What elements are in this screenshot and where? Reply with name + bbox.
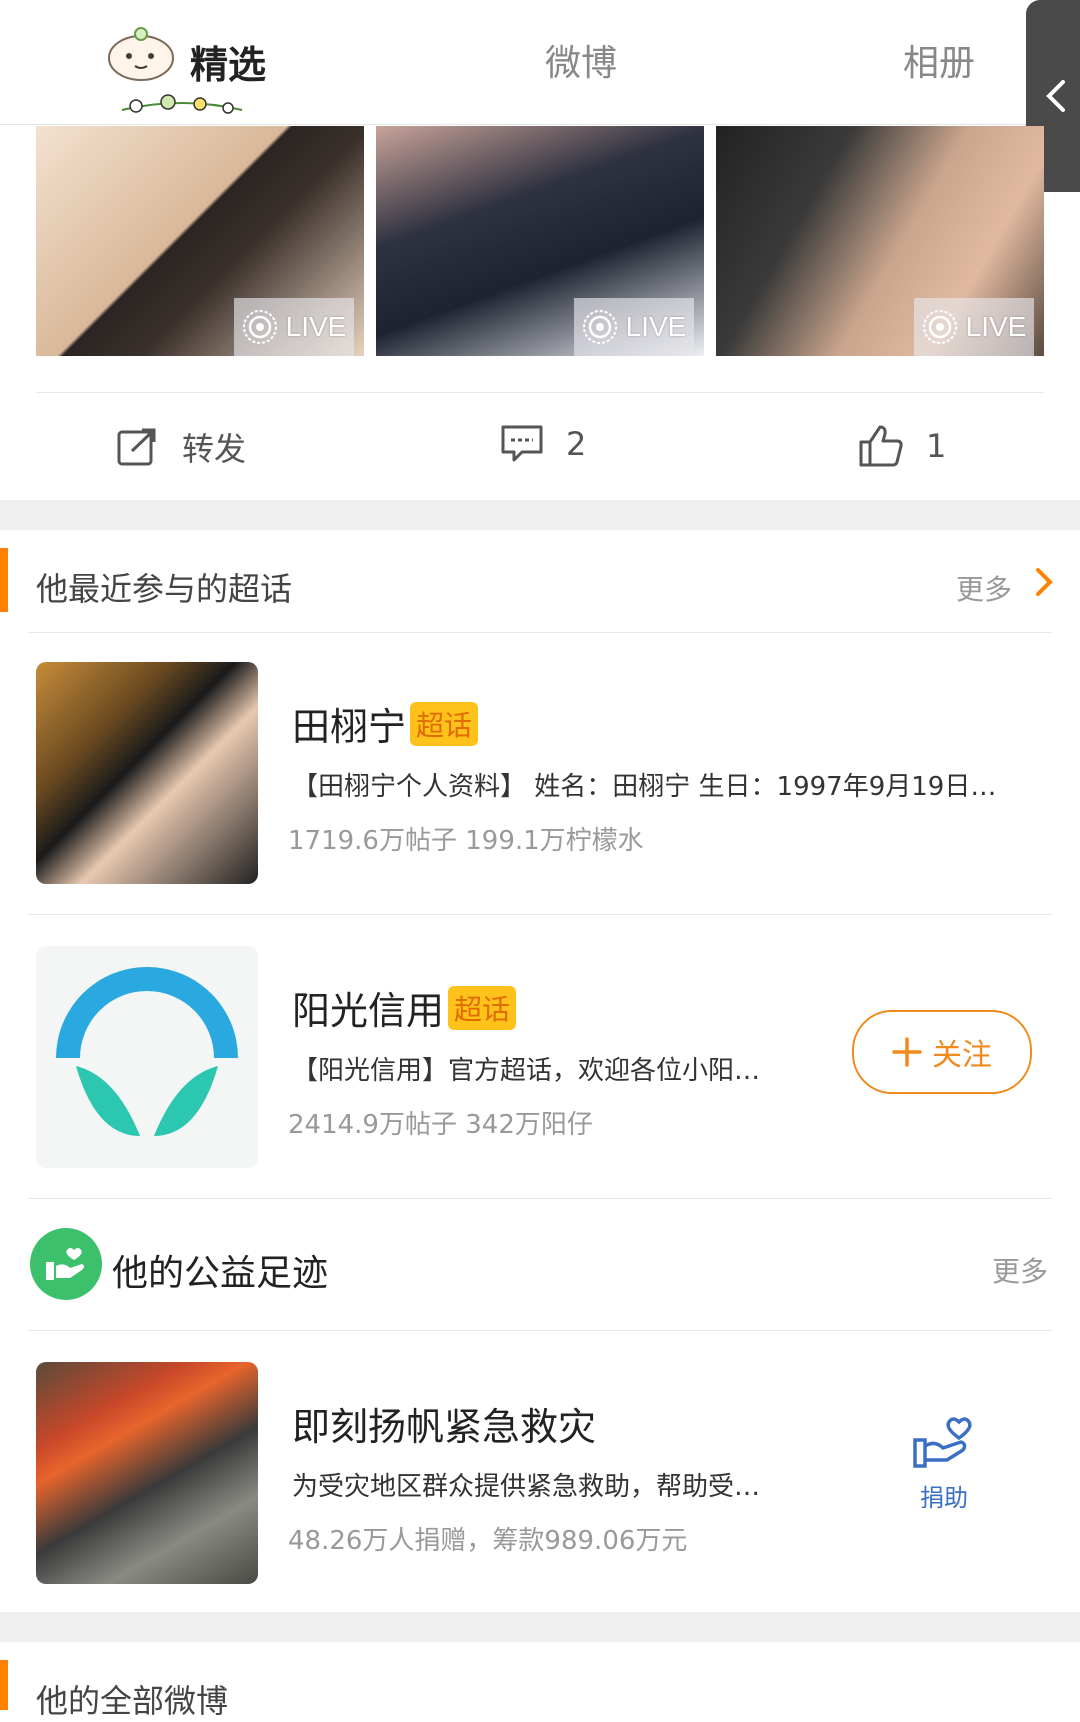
supertopic-tag: 超话	[410, 701, 479, 746]
divider	[28, 1198, 1052, 1199]
plus-icon	[892, 1037, 922, 1067]
section-gap	[0, 1612, 1080, 1642]
supertopic-description: 【阳光信用】官方超话，欢迎各位小阳…	[292, 1056, 761, 1086]
flower-decoration-icon	[121, 94, 243, 114]
supertopic-name: 阳光信用	[292, 989, 445, 1033]
charity-project-title[interactable]: 即刻扬帆紧急救灾	[292, 1396, 596, 1451]
live-photo-icon	[242, 310, 277, 344]
divider	[28, 914, 1052, 915]
live-photo-icon	[922, 310, 957, 344]
tab-album[interactable]: 相册	[903, 34, 975, 86]
supertopic-avatar[interactable]	[36, 946, 258, 1168]
sunshine-credit-logo-icon	[56, 967, 238, 1136]
chevron-left-icon	[1046, 80, 1065, 112]
charity-project-image[interactable]	[36, 1362, 258, 1584]
donate-hand-heart-icon	[913, 1417, 972, 1468]
live-label: LIVE	[285, 311, 347, 342]
supertopic-item-title[interactable]: 田栩宁 超话	[292, 696, 479, 751]
charity-project-stats: 48.26万人捐赠，筹款989.06万元	[288, 1526, 688, 1556]
supertopic-name: 田栩宁	[292, 705, 407, 749]
share-icon	[117, 428, 156, 466]
tab-featured[interactable]: 精选	[190, 34, 266, 89]
supertopic-avatar[interactable]	[36, 662, 258, 884]
charity-more-link[interactable]: 更多	[992, 1250, 1048, 1290]
top-tab-bar: 精选 微博 相册	[0, 0, 1080, 125]
all-weibo-section-title: 他的全部微博	[36, 1682, 229, 1720]
photo-thumbnail[interactable]: LIVE	[36, 126, 364, 356]
supertopic-item-title[interactable]: 阳光信用 超话	[292, 980, 517, 1035]
photo-grid: LIVE LIVE LIVE	[36, 126, 1044, 356]
chevron-right-icon[interactable]	[1034, 566, 1054, 598]
comment-count: 2	[566, 425, 587, 463]
supertopic-description: 【田栩宁个人资料】 姓名：田栩宁 生日：1997年9月19日…	[292, 772, 997, 802]
repost-label: 转发	[182, 430, 247, 468]
follow-button[interactable]: 关注	[852, 1010, 1032, 1094]
mascot-icon	[108, 27, 174, 81]
section-gap	[0, 500, 1080, 530]
thumbs-up-icon	[859, 425, 903, 467]
donate-button[interactable]: 捐助	[896, 1412, 992, 1513]
supertopics-section-title: 他最近参与的超话	[36, 570, 293, 608]
live-badge: LIVE	[914, 298, 1034, 356]
photo-thumbnail[interactable]: LIVE	[376, 126, 704, 356]
comment-icon	[501, 425, 543, 462]
live-label: LIVE	[965, 311, 1027, 342]
section-accent-bar	[0, 548, 8, 612]
live-badge: LIVE	[574, 298, 694, 356]
repost-button[interactable]: 转发	[116, 424, 246, 470]
divider	[28, 1330, 1052, 1331]
divider	[28, 632, 1052, 633]
supertopic-stats: 1719.6万帖子 199.1万柠檬水	[288, 826, 644, 856]
like-button[interactable]: 1	[858, 424, 946, 468]
follow-label: 关注	[932, 1038, 992, 1073]
tab-weibo[interactable]: 微博	[545, 34, 617, 86]
supertopic-tag: 超话	[448, 985, 517, 1030]
donate-label: 捐助	[920, 1484, 968, 1512]
comment-button[interactable]: 2	[500, 424, 586, 464]
divider	[36, 392, 1044, 393]
live-photo-icon	[582, 310, 617, 344]
section-accent-bar	[0, 1660, 8, 1710]
supertopic-stats: 2414.9万帖子 342万阳仔	[288, 1110, 593, 1140]
charity-project-description: 为受灾地区群众提供紧急救助，帮助受…	[292, 1472, 761, 1502]
supertopics-more-link[interactable]: 更多	[956, 568, 1012, 608]
like-count: 1	[926, 427, 947, 465]
live-badge: LIVE	[234, 298, 354, 356]
charity-section-title: 他的公益足迹	[112, 1253, 329, 1294]
live-label: LIVE	[625, 311, 687, 342]
charity-heart-hand-icon	[30, 1228, 102, 1300]
photo-thumbnail[interactable]: LIVE	[716, 126, 1044, 356]
